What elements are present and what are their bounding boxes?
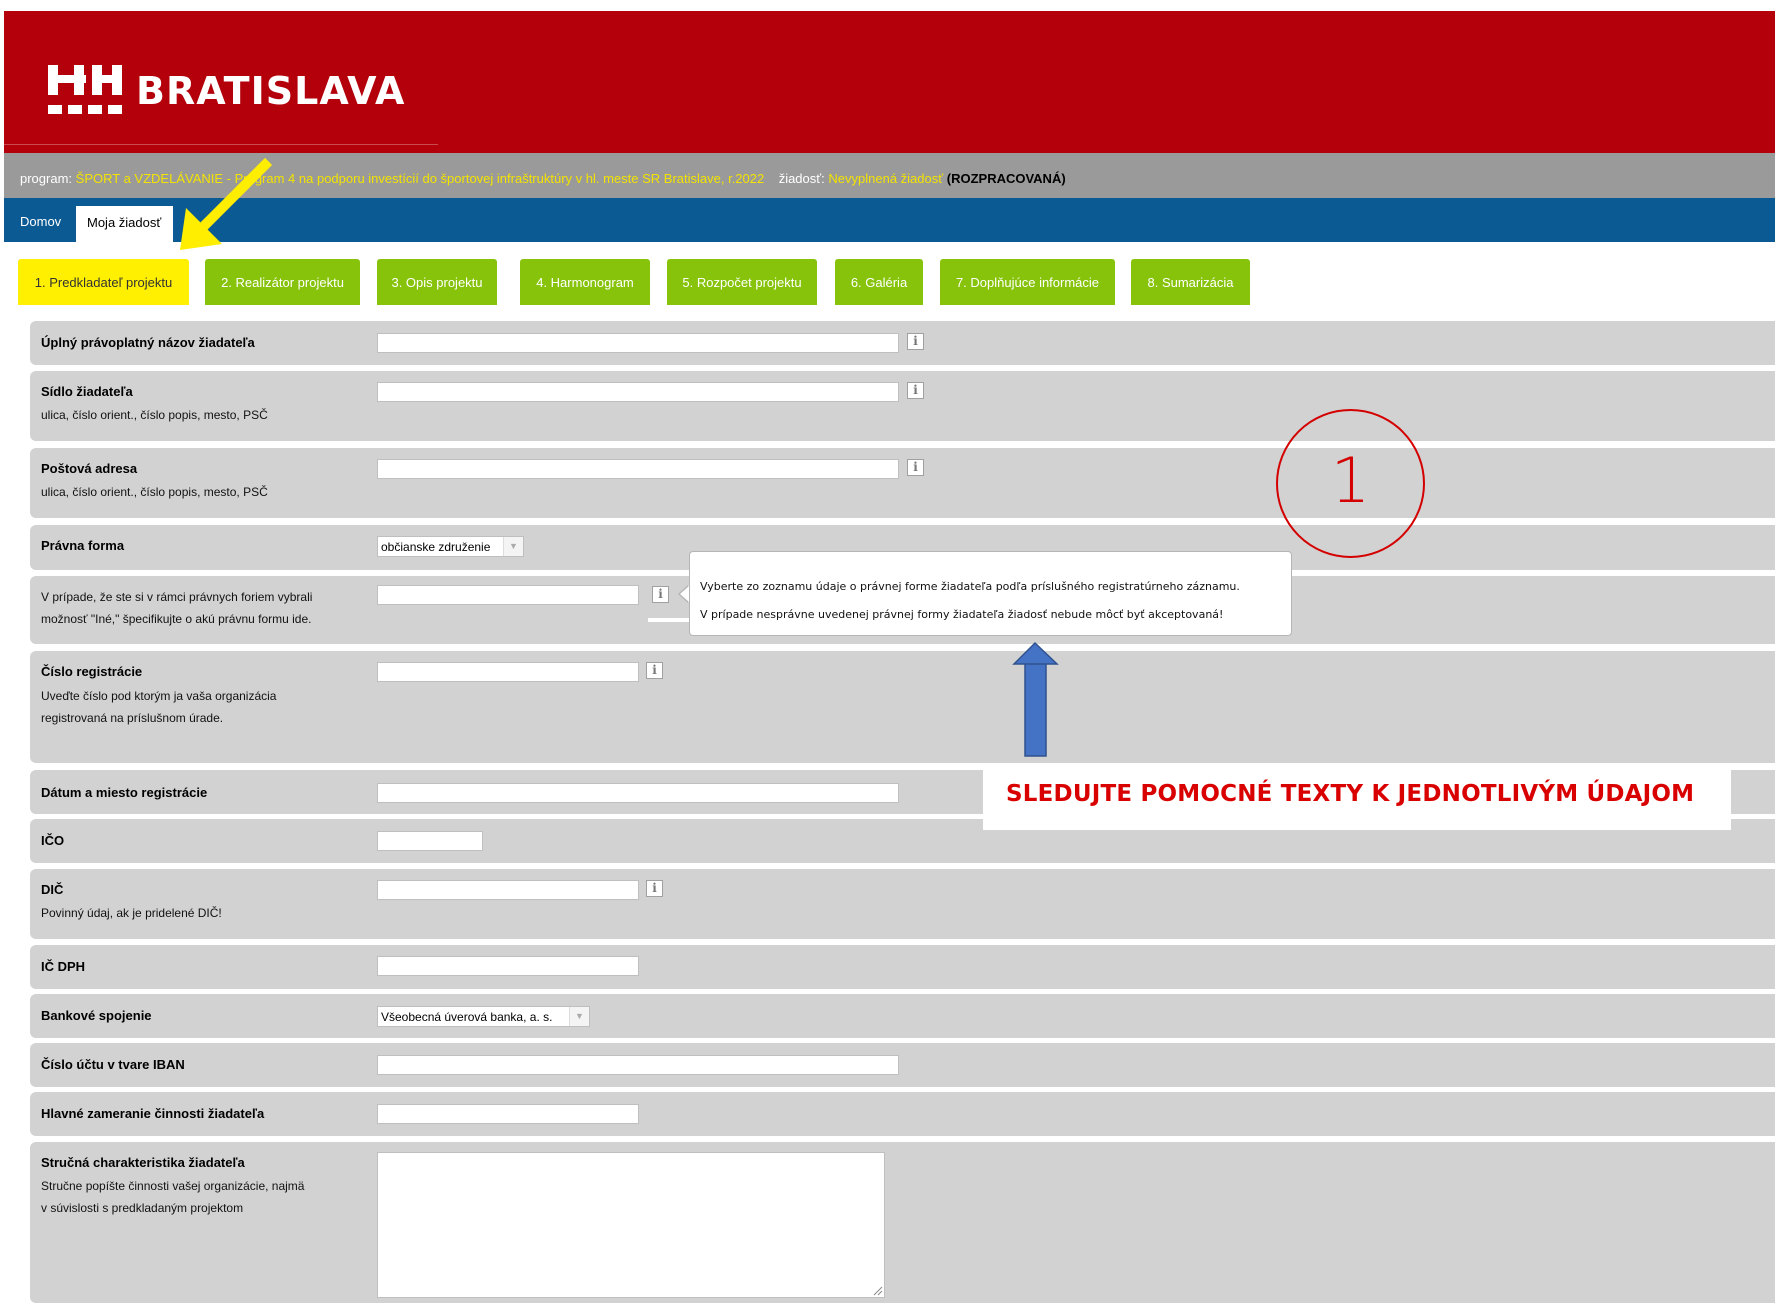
reg-number-hint-line1: Uveďte číslo pod ktorým ja vaša organizá… (41, 689, 277, 703)
reg-date-input[interactable] (377, 783, 899, 803)
step-number-circle: 1 (1276, 409, 1425, 558)
postal-label: Poštová adresa (41, 461, 138, 476)
legal-form-label: Právna forma (41, 538, 125, 553)
postal-input[interactable] (377, 459, 899, 479)
tooltip-connector (648, 618, 690, 622)
info-icon[interactable]: i (907, 382, 924, 399)
other-form-label-line2: možnosť "Iné," špecifikujte o akú právnu… (41, 612, 312, 626)
bank-select[interactable]: Všeobecná úverová banka, a. s. ▼ (377, 1006, 590, 1027)
seat-label: Sídlo žiadateľa (41, 384, 133, 399)
summary-hint-line2: v súvislosti s predkladaným projektom (41, 1201, 244, 1215)
summary-label: Stručná charakteristika žiadateľa (41, 1155, 245, 1170)
info-icon[interactable]: i (907, 459, 924, 476)
ico-input[interactable] (377, 831, 483, 851)
row-focus (30, 1092, 1775, 1136)
reg-number-hint-line2: registrovaná na príslušnom úrade. (41, 711, 224, 725)
program-bar: program: ŠPORT a VZDELÁVANIE - Program 4… (4, 153, 1775, 198)
row-iban (30, 1043, 1775, 1087)
dropdown-arrow-icon: ▼ (503, 537, 523, 556)
row-dic (30, 869, 1775, 939)
ic-dph-input[interactable] (377, 956, 639, 976)
row-postal (30, 448, 1775, 518)
row-reg-number (30, 651, 1775, 763)
request-name: Nevyplnená žiadosť (828, 171, 944, 186)
logo-area[interactable]: BRATISLAVA (4, 11, 438, 145)
nav-my-request-tab[interactable]: Moja žiadosť (76, 206, 173, 242)
page: BRATISLAVA program: ŠPORT a VZDELÁVANIE … (0, 0, 1775, 1303)
tab-description[interactable]: 3. Opis projektu (377, 259, 497, 305)
top-nav: Domov Moja žiadosť (4, 198, 1775, 242)
dic-hint: Povinný údaj, ak je pridelené DIČ! (41, 906, 222, 920)
full-name-input[interactable] (377, 333, 899, 353)
row-full-name (30, 321, 1775, 365)
tab-additional-info[interactable]: 7. Doplňujúce informácie (940, 259, 1115, 305)
seat-hint: ulica, číslo orient., číslo popis, mesto… (41, 408, 268, 422)
program-label: program: (20, 171, 73, 186)
dropdown-arrow-icon: ▼ (569, 1007, 589, 1026)
other-form-label-line1: V prípade, že ste si v rámci právnych fo… (41, 590, 313, 604)
resize-grip-icon[interactable] (871, 1284, 883, 1296)
tab-implementer[interactable]: 2. Realizátor projektu (205, 259, 360, 305)
postal-hint: ulica, číslo orient., číslo popis, mesto… (41, 485, 268, 499)
row-summary (30, 1142, 1775, 1303)
other-form-input[interactable] (377, 585, 639, 605)
bank-value: Všeobecná úverová banka, a. s. (381, 1010, 553, 1024)
program-name: ŠPORT a VZDELÁVANIE - Program 4 na podpo… (75, 171, 765, 186)
focus-label: Hlavné zameranie činnosti žiadateľa (41, 1106, 265, 1121)
ic-dph-label: IČ DPH (41, 959, 86, 974)
reg-date-label: Dátum a miesto registrácie (41, 785, 208, 800)
row-bank (30, 994, 1775, 1038)
legal-form-select[interactable]: občianske združenie ▼ (377, 536, 524, 557)
summary-hint-line1: Stručne popíšte činnosti vašej organizác… (41, 1179, 305, 1193)
iban-input[interactable] (377, 1055, 899, 1075)
info-icon[interactable]: i (907, 333, 924, 350)
dic-input[interactable] (377, 880, 639, 900)
tooltip-line1: Vyberte zo zoznamu údaje o právnej forme… (700, 580, 1240, 593)
reg-number-input[interactable] (377, 662, 639, 682)
tab-applicant[interactable]: 1. Predkladateľ projektu (18, 259, 189, 305)
summary-textarea[interactable] (377, 1152, 885, 1298)
info-icon[interactable]: i (652, 586, 669, 603)
bank-label: Bankové spojenie (41, 1008, 152, 1023)
tab-summary[interactable]: 8. Sumarizácia (1131, 259, 1250, 305)
nav-home-link[interactable]: Domov (20, 214, 61, 229)
dic-label: DIČ (41, 882, 64, 897)
logo-text: BRATISLAVA (136, 69, 406, 113)
full-name-label: Úplný právoplatný názov žiadateľa (41, 335, 255, 350)
tab-gallery[interactable]: 6. Galéria (835, 259, 923, 305)
row-ic-dph (30, 945, 1775, 989)
info-icon[interactable]: i (646, 880, 663, 897)
bratislava-logo-icon (48, 65, 122, 114)
focus-input[interactable] (377, 1104, 639, 1124)
tab-budget[interactable]: 5. Rozpočet projektu (667, 259, 817, 305)
seat-input[interactable] (377, 382, 899, 402)
tooltip-pointer (680, 586, 689, 602)
reg-number-label: Číslo registrácie (41, 664, 143, 679)
request-label: žiadosť: (778, 171, 825, 186)
tooltip-line2: V prípade nesprávne uvedenej právnej for… (700, 608, 1224, 621)
ico-label: IČO (41, 833, 65, 848)
tab-schedule[interactable]: 4. Harmonogram (520, 259, 650, 305)
callout-box: SLEDUJTE POMOCNÉ TEXTY K JEDNOTLIVÝM ÚDA… (983, 770, 1731, 830)
row-seat (30, 371, 1775, 441)
legal-form-tooltip: Vyberte zo zoznamu údaje o právnej forme… (689, 551, 1292, 636)
legal-form-value: občianske združenie (381, 540, 491, 554)
info-icon[interactable]: i (646, 662, 663, 679)
request-status: (ROZPRACOVANÁ) (946, 171, 1066, 186)
iban-label: Číslo účtu v tvare IBAN (41, 1057, 185, 1072)
